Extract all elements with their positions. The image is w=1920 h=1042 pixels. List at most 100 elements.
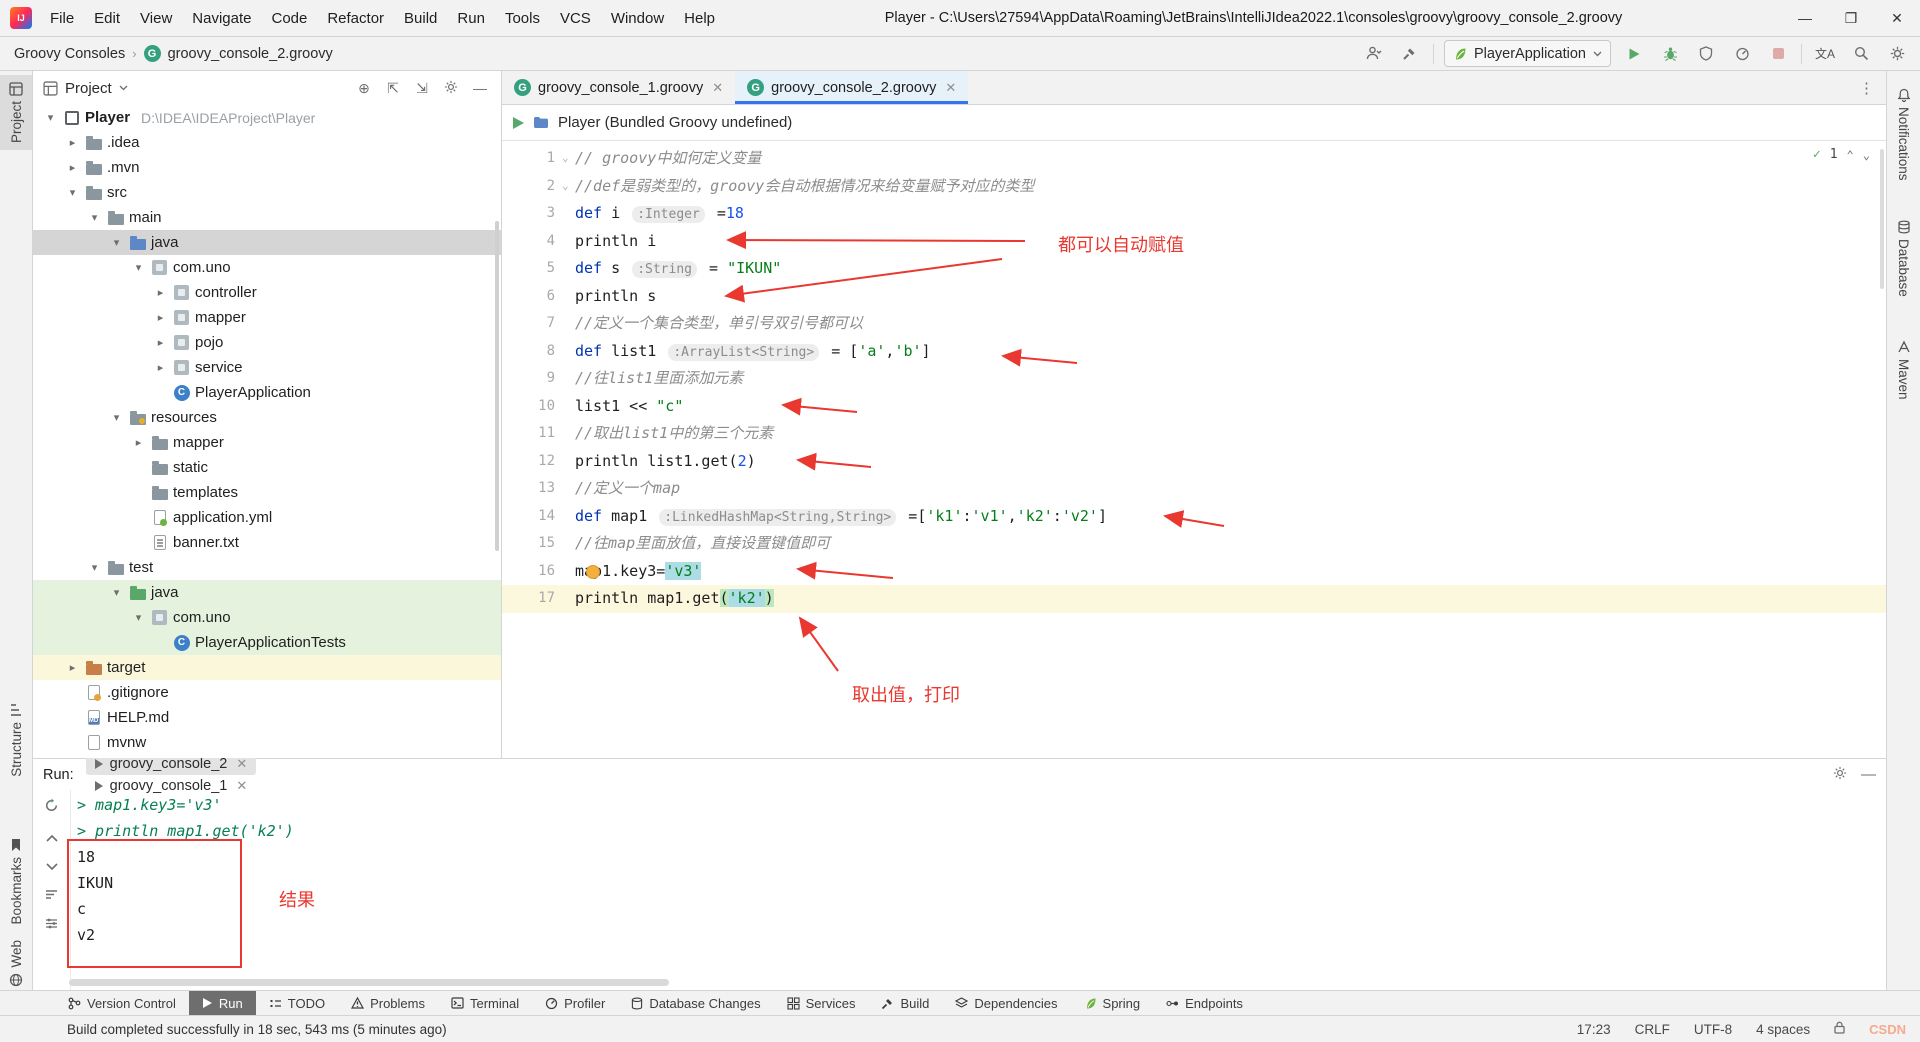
close-button[interactable]: ✕: [1874, 0, 1920, 36]
tree-expander-icon[interactable]: ▾: [65, 186, 80, 199]
menu-view[interactable]: View: [130, 10, 182, 27]
next-problem-icon[interactable]: ⌄: [1863, 148, 1870, 162]
tree-item-service[interactable]: ▸ service: [33, 355, 501, 380]
tree-item-mapper[interactable]: ▸ mapper: [33, 305, 501, 330]
tree-item-idea[interactable]: ▸ .idea: [33, 130, 501, 155]
tree-expander-icon[interactable]: ▸: [153, 336, 168, 349]
line-separator-indicator[interactable]: CRLF: [1635, 1022, 1670, 1037]
tree-item-player[interactable]: ▾ Player D:\IDEA\IDEAProject\Player: [33, 105, 501, 130]
tree-expander-icon[interactable]: ▾: [109, 586, 124, 599]
code-line-11[interactable]: 11//取出list1中的第三个元素: [502, 420, 1886, 448]
code-line-15[interactable]: 15//往map里面放值，直接设置键值即可: [502, 530, 1886, 558]
tree-item-gitignore[interactable]: .gitignore: [33, 680, 501, 705]
intention-bulb-icon[interactable]: [586, 564, 600, 579]
code-line-4[interactable]: 4 println i: [502, 228, 1886, 256]
tree-expander-icon[interactable]: ▸: [65, 661, 80, 674]
up-stack-icon[interactable]: [45, 828, 58, 846]
menu-tools[interactable]: Tools: [495, 10, 550, 27]
toolwindow-tab-structure[interactable]: Structure: [0, 696, 32, 784]
expand-all-icon[interactable]: ⇱: [382, 80, 404, 97]
tree-item-com-uno[interactable]: ▾ com.uno: [33, 605, 501, 630]
toolwindow-button-database-changes[interactable]: Database Changes: [618, 991, 773, 1015]
toolwindow-tab-maven[interactable]: Maven: [1887, 333, 1920, 407]
profiler-button[interactable]: [1729, 41, 1755, 67]
run-configuration-select[interactable]: PlayerApplication: [1443, 40, 1611, 67]
tree-item-help-md[interactable]: HELP.md: [33, 705, 501, 730]
code-line-17[interactable]: 17 println map1.get('k2'): [502, 585, 1886, 613]
tree-item-static[interactable]: static: [33, 455, 501, 480]
tree-item-application-yml[interactable]: application.yml: [33, 505, 501, 530]
minimize-button[interactable]: —: [1782, 0, 1828, 36]
tree-expander-icon[interactable]: ▸: [153, 361, 168, 374]
tree-item-playerapplicationtests[interactable]: C PlayerApplicationTests: [33, 630, 501, 655]
collapse-all-icon[interactable]: ⇲: [411, 80, 433, 97]
tree-item-src[interactable]: ▾ src: [33, 180, 501, 205]
tree-expander-icon[interactable]: ▸: [65, 161, 80, 174]
code-line-16[interactable]: 16 map1.key3='v3': [502, 558, 1886, 586]
toolwindow-tab-web[interactable]: Web: [0, 933, 32, 994]
tree-expander-icon[interactable]: ▾: [131, 261, 146, 274]
toolwindow-tab-database[interactable]: Database: [1887, 213, 1920, 304]
tree-item-pojo[interactable]: ▸ pojo: [33, 330, 501, 355]
project-panel-title[interactable]: Project: [65, 80, 112, 97]
menu-file[interactable]: File: [40, 10, 84, 27]
code-line-5[interactable]: 5 def s :String = "IKUN": [502, 255, 1886, 283]
tree-expander-icon[interactable]: ▸: [131, 436, 146, 449]
debug-button[interactable]: [1657, 41, 1683, 67]
tree-expander-icon[interactable]: ▾: [43, 111, 58, 124]
tree-item-main[interactable]: ▾ main: [33, 205, 501, 230]
tree-item-controller[interactable]: ▸ controller: [33, 280, 501, 305]
code-editor[interactable]: 1 ⌄// groovy中如何定义变量 2 ⌄//def是弱类型的，groovy会自动…: [502, 141, 1886, 758]
menu-vcs[interactable]: VCS: [550, 10, 601, 27]
tree-item-mapper[interactable]: ▸ mapper: [33, 430, 501, 455]
inspections-widget[interactable]: ✓ 1 ⌃ ⌄: [1813, 147, 1870, 162]
code-line-14[interactable]: 14 def map1 :LinkedHashMap<String,String>…: [502, 503, 1886, 531]
run-button[interactable]: [1621, 41, 1647, 67]
run-script-icon[interactable]: [513, 116, 524, 129]
toolwindow-button-profiler[interactable]: Profiler: [532, 991, 618, 1015]
tree-item-java[interactable]: ▾ java: [33, 230, 501, 255]
toolwindow-button-endpoints[interactable]: Endpoints: [1153, 991, 1256, 1015]
toolwindow-button-version-control[interactable]: Version Control: [55, 991, 189, 1015]
tree-item-templates[interactable]: templates: [33, 480, 501, 505]
soft-wrap-icon[interactable]: [45, 886, 58, 904]
indent-indicator[interactable]: 4 spaces: [1756, 1022, 1810, 1037]
tree-item-test[interactable]: ▾ test: [33, 555, 501, 580]
close-tab-icon[interactable]: ✕: [945, 80, 956, 96]
tree-expander-icon[interactable]: ▾: [109, 411, 124, 424]
tree-item-banner-txt[interactable]: banner.txt: [33, 530, 501, 555]
chevron-down-icon[interactable]: [119, 85, 128, 91]
code-line-8[interactable]: 8 def list1 :ArrayList<String> = ['a','b'…: [502, 338, 1886, 366]
code-line-6[interactable]: 6 println s: [502, 283, 1886, 311]
menu-code[interactable]: Code: [261, 10, 317, 27]
editor-tab-groovy-console-1-groovy[interactable]: Ggroovy_console_1.groovy ✕: [502, 71, 735, 104]
fold-marker-icon[interactable]: ⌄: [562, 172, 569, 200]
code-line-7[interactable]: 7//定义一个集合类型，单引号双引号都可以: [502, 310, 1886, 338]
fold-marker-icon[interactable]: ⌄: [562, 144, 569, 172]
tab-options-icon[interactable]: ⋮: [1847, 71, 1886, 104]
code-line-13[interactable]: 13//定义一个map: [502, 475, 1886, 503]
code-line-10[interactable]: 10 list1 << "c": [502, 393, 1886, 421]
down-stack-icon[interactable]: [45, 857, 58, 875]
code-line-3[interactable]: 3 def i :Integer =18: [502, 200, 1886, 228]
toolwindow-button-terminal[interactable]: Terminal: [438, 991, 532, 1015]
coverage-button[interactable]: [1693, 41, 1719, 67]
tree-item-target[interactable]: ▸ target: [33, 655, 501, 680]
encoding-indicator[interactable]: UTF-8: [1694, 1022, 1732, 1037]
editor-tab-groovy-console-2-groovy[interactable]: Ggroovy_console_2.groovy ✕: [735, 71, 969, 104]
settings-gear-icon[interactable]: [1884, 41, 1910, 67]
readonly-lock-icon[interactable]: [1834, 1021, 1845, 1037]
translate-icon[interactable]: 文A: [1812, 41, 1838, 67]
tree-expander-icon[interactable]: ▾: [87, 561, 102, 574]
tree-item-resources[interactable]: ▾ resources: [33, 405, 501, 430]
menu-build[interactable]: Build: [394, 10, 447, 27]
rerun-icon[interactable]: [44, 798, 59, 817]
tree-expander-icon[interactable]: ▸: [65, 136, 80, 149]
tree-item-playerapplication[interactable]: C PlayerApplication: [33, 380, 501, 405]
console-settings-icon[interactable]: [45, 915, 58, 933]
prev-problem-icon[interactable]: ⌃: [1847, 148, 1854, 162]
locate-file-icon[interactable]: ⊕: [353, 80, 375, 97]
toolwindow-button-run[interactable]: Run: [188, 991, 256, 1015]
menu-window[interactable]: Window: [601, 10, 674, 27]
code-line-2[interactable]: 2 ⌄//def是弱类型的，groovy会自动根据情况来给变量赋予对应的类型: [502, 173, 1886, 201]
